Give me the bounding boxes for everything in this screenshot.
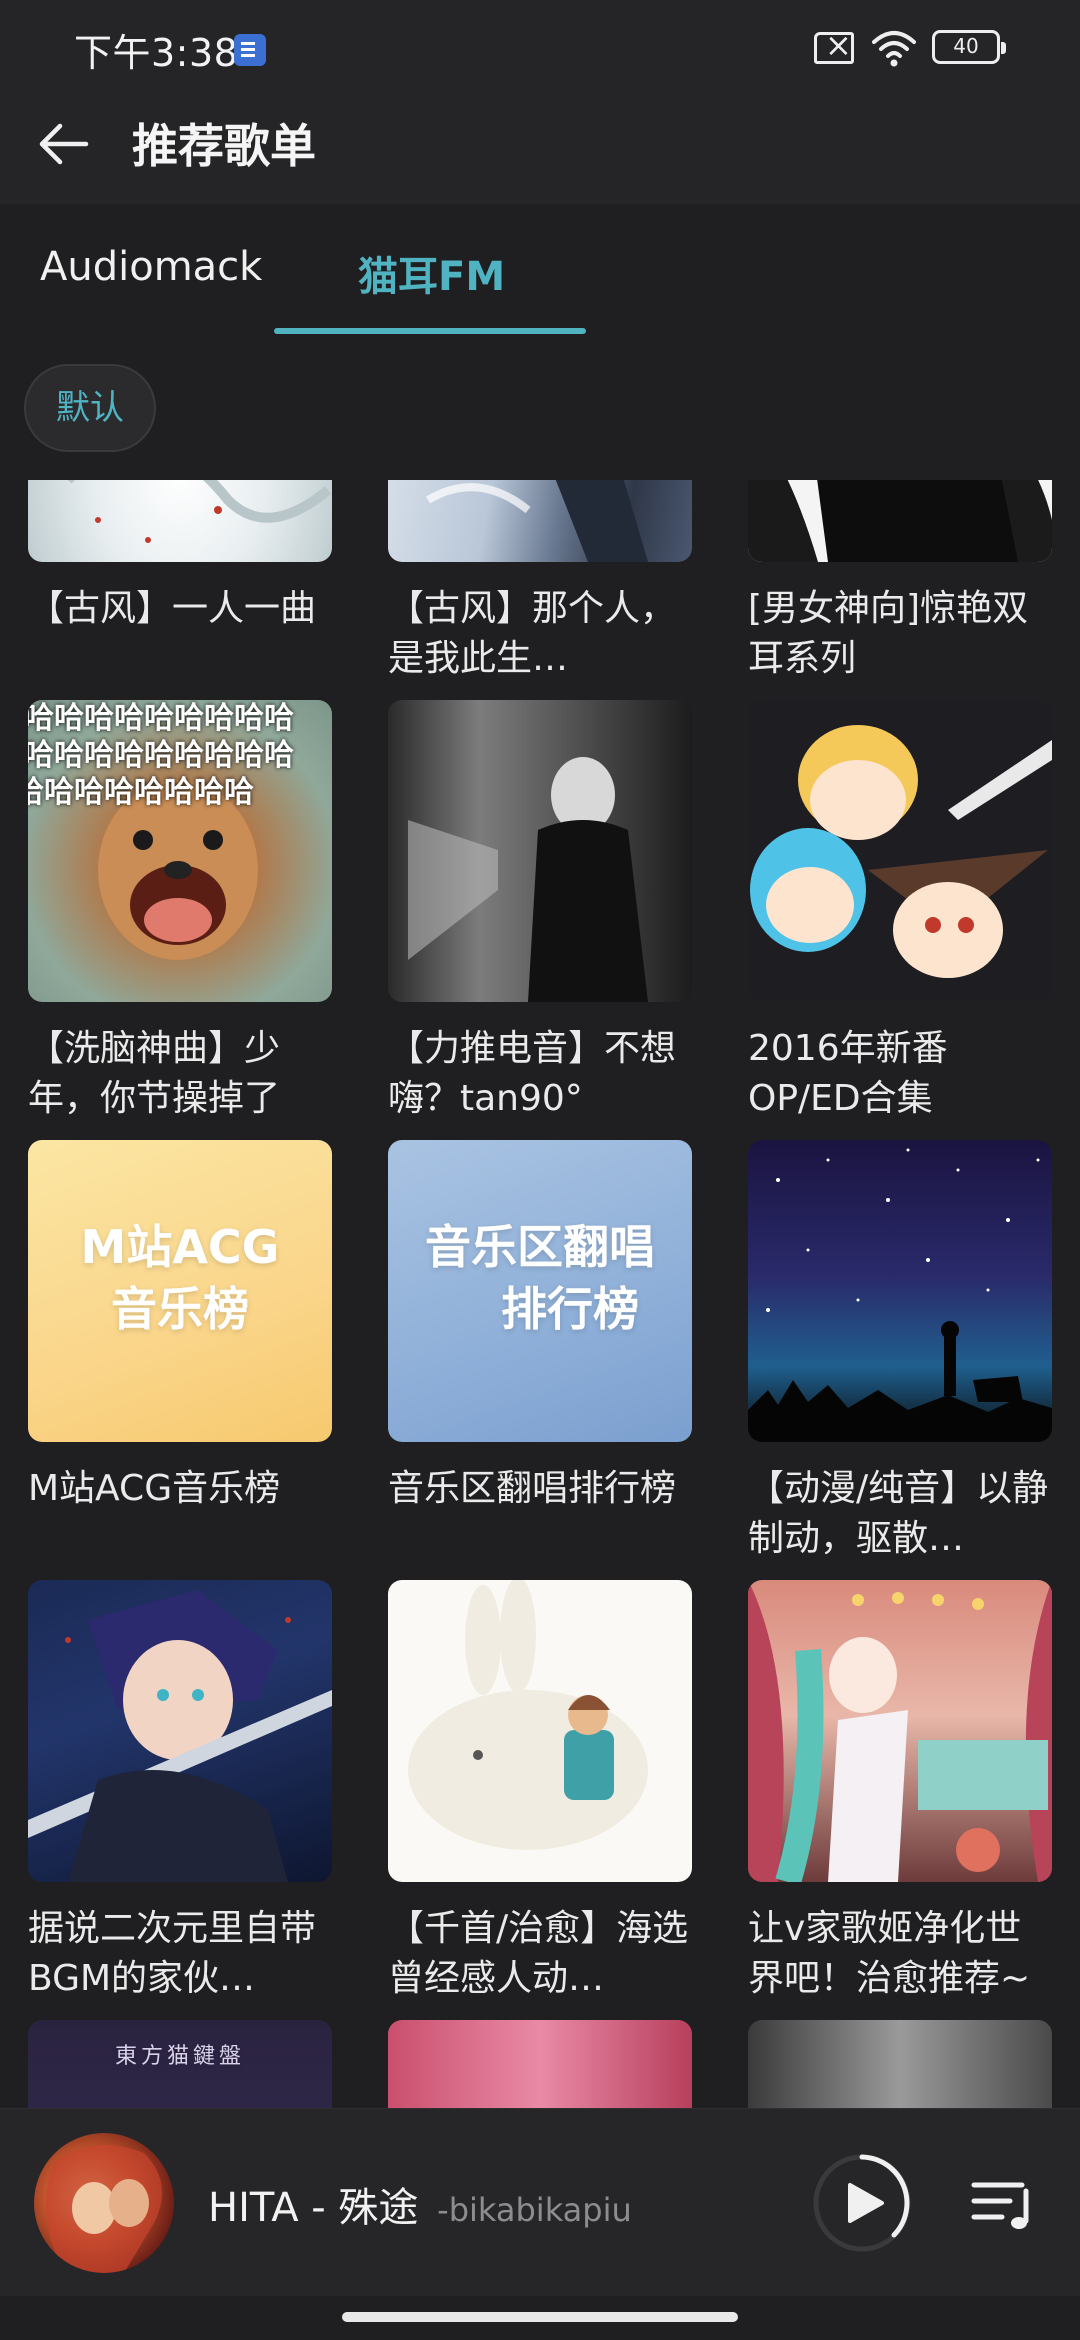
playlist-cover: 音乐区翻唱 排行榜 [388,1140,692,1442]
playlist-cover: 東方猫鍵盤 [28,2020,332,2108]
cover-title-line: 東方猫鍵盤 [114,2044,245,2069]
cover-title-line: 音乐区翻唱 [425,1220,655,1274]
playlist-title: 【动漫/纯音】以静制动，驱散… [748,1468,1049,1559]
cover-meme-text: 哈哈哈哈哈哈哈哈哈 [28,738,294,773]
status-bar: 下午3:38 40 [0,0,1080,90]
playlist-cover: M站ACG 音乐榜 [28,1140,332,1442]
playlist-title: 【古风】一人一曲 [28,588,317,629]
playlist-card[interactable]: [男女神向]惊艳双耳系列 [748,480,1052,684]
playlist-card[interactable]: M站ACG 音乐榜 M站ACG音乐榜 [28,1140,332,1564]
playlist-cover: 哈哈哈哈哈哈哈哈哈 哈哈哈哈哈哈哈哈哈 哈哈哈哈哈哈哈哈哈 [28,700,332,1002]
cover-title-line: 排行榜 [501,1282,639,1336]
playlist-title: [男女神向]惊艳双耳系列 [748,588,1029,679]
page-title: 推荐歌单 [132,119,316,173]
cover-meme-text: 哈哈哈哈哈哈哈哈哈 [28,775,254,810]
playlist-cover [28,1580,332,1882]
playlist-queue-icon[interactable] [970,2177,1034,2233]
playlist-card[interactable]: 東方猫鍵盤 [28,2020,332,2108]
no-sim-icon [814,26,854,64]
playlist-cover [748,700,1052,1002]
playlist-card[interactable]: 哈哈哈哈哈哈哈哈哈 哈哈哈哈哈哈哈哈哈 哈哈哈哈哈哈哈哈哈 【洗脑神曲】少年，你… [28,700,332,1124]
playlist-card[interactable]: 音乐区翻唱 排行榜 音乐区翻唱排行榜 [388,1140,692,1564]
play-button[interactable] [812,2153,912,2253]
playlist-title: 【千首/治愈】海选曾经感人动… [388,1908,689,1999]
cover-title-line: 音乐榜 [111,1282,249,1336]
battery-icon: 40 [932,30,1006,64]
cover-meme-text: 哈哈哈哈哈哈哈哈哈 [28,701,294,736]
playlist-card[interactable]: 【古风】那个人，是我此生… [388,480,692,684]
playlist-card[interactable]: 【古风】一人一曲 [28,480,332,684]
wifi-icon [872,31,916,67]
playlist-cover [388,700,692,1002]
playlist-cover [28,480,332,562]
sort-filter-chip[interactable]: 默认 [24,364,156,452]
playlist-cover [748,1580,1052,1882]
playlist-cover [388,480,692,562]
playlist-title: 【洗脑神曲】少年，你节操掉了 [28,1028,281,1119]
playlist-title: 【古风】那个人，是我此生… [388,588,677,679]
tab-indicator [274,328,586,334]
playlist-title: 音乐区翻唱排行榜 [388,1468,677,1509]
playlist-card[interactable]: 【动漫/纯音】以静制动，驱散… [748,1140,1052,1564]
tab-maoer-fm[interactable]: 猫耳FM [358,244,505,304]
now-playing-artist: -bikabikapiu [437,2191,632,2229]
playlist-title: M站ACG音乐榜 [28,1468,281,1509]
music-notification-icon [234,34,266,66]
playlist-card[interactable] [388,2020,692,2108]
playlist-title: 【力推电音】不想嗨？tan90° [388,1028,677,1119]
playlist-card[interactable]: 2016年新番OP/ED合集 [748,700,1052,1124]
playlist-title: 让v家歌姬净化世界吧！治愈推荐~ [748,1908,1031,1999]
playlist-title: 2016年新番OP/ED合集 [748,1028,948,1119]
now-playing-info: HITA - 殊途 -bikabikapiu [208,2175,632,2233]
playlist-card[interactable]: 【千首/治愈】海选曾经感人动… [388,1580,692,2004]
status-time: 下午3:38 [74,31,239,75]
now-playing-song: HITA - 殊途 [208,2185,419,2231]
source-tabs: Audiomack 猫耳FM [0,204,1080,336]
playlist-card[interactable]: 让v家歌姬净化世界吧！治愈推荐~ [748,1580,1052,2004]
playlist-cover [388,1580,692,1882]
playlist-cover [748,1140,1052,1442]
playlist-title: 据说二次元里自带BGM的家伙… [28,1908,317,1999]
back-arrow-icon[interactable] [36,116,92,172]
playlist-card[interactable] [748,2020,1052,2108]
mini-player[interactable]: HITA - 殊途 -bikabikapiu [0,2108,1080,2296]
tab-audiomack[interactable]: Audiomack [40,244,262,304]
playlist-cover [748,480,1052,562]
playlist-cover [388,2020,692,2108]
playlist-card[interactable]: 据说二次元里自带BGM的家伙… [28,1580,332,2004]
playlist-cover [748,2020,1052,2108]
home-indicator[interactable] [342,2312,738,2322]
cover-title-line: M站ACG [80,1220,280,1274]
playlist-card[interactable]: 【力推电音】不想嗨？tan90° [388,700,692,1124]
app-bar: 推荐歌单 [0,90,1080,204]
now-playing-cover[interactable] [34,2133,174,2273]
playlist-grid[interactable]: 【古风】一人一曲 【古风】那个人，是我此生… [男女神向]惊艳双耳系列 哈哈哈哈… [0,480,1080,2108]
